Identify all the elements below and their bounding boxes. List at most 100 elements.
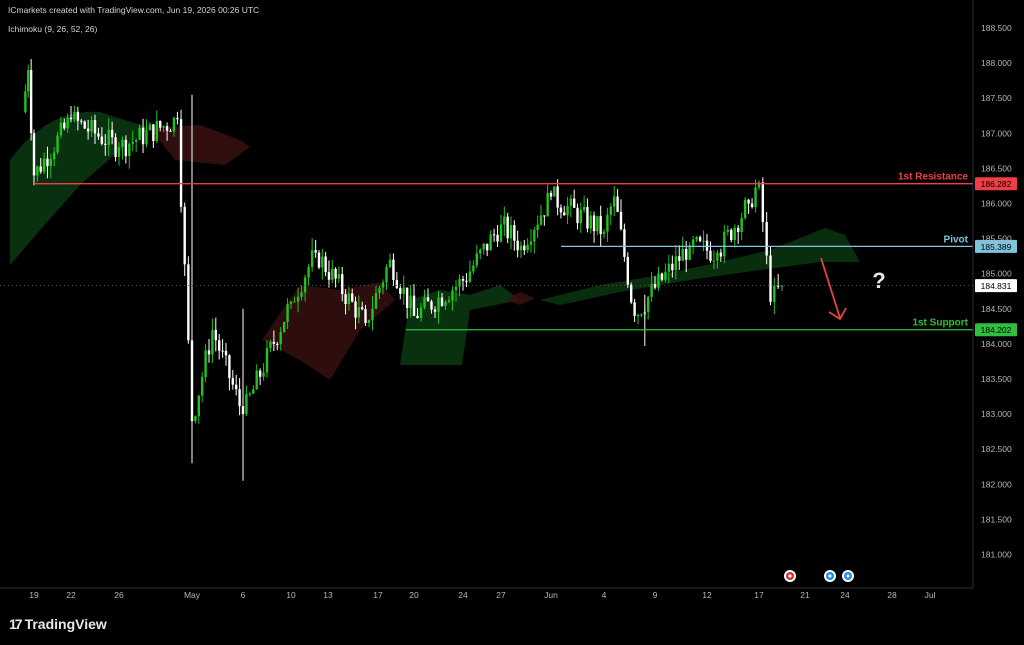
candle-body	[107, 129, 110, 145]
candle-body	[63, 122, 66, 129]
candle-body	[56, 135, 59, 153]
candle-body	[114, 137, 117, 158]
candle-body	[218, 340, 221, 351]
candle-body	[269, 341, 272, 348]
candle-body	[245, 394, 248, 415]
candle-body	[616, 196, 619, 212]
candle-body	[80, 120, 83, 122]
candle-body	[556, 186, 559, 208]
candle-body	[381, 282, 385, 288]
candle-body	[39, 166, 42, 172]
candle-body	[688, 245, 691, 260]
candle-body	[395, 279, 399, 288]
candle-body	[613, 196, 616, 207]
candle-body	[496, 234, 499, 242]
level-label: 1st Support	[912, 318, 968, 329]
candle-body	[776, 285, 780, 287]
candle-body	[100, 136, 104, 144]
candle-body	[750, 203, 754, 208]
candle-body	[93, 120, 97, 134]
candle-body	[719, 252, 723, 257]
candle-body	[252, 389, 255, 394]
y-tick-label: 186.500	[981, 163, 1012, 173]
price-chart[interactable]: 1st Resistance186.282Pivot185.3891st Sup…	[0, 0, 1024, 606]
candle-body	[201, 376, 204, 396]
candle-body	[761, 182, 765, 222]
candle-body	[465, 280, 468, 282]
y-tick-label: 182.000	[981, 479, 1012, 489]
y-tick-label: 182.500	[981, 444, 1012, 454]
candle-body	[506, 216, 509, 239]
candle-body	[364, 309, 367, 323]
y-tick-label: 188.500	[981, 23, 1012, 33]
candle-body	[351, 293, 354, 302]
x-tick-label: 21	[800, 590, 810, 600]
x-tick-label: 19	[29, 590, 39, 600]
candle-body	[769, 255, 772, 302]
tradingview-logo[interactable]: 17 TradingView	[9, 616, 107, 632]
candle-body	[423, 297, 426, 308]
candle-body	[572, 198, 576, 208]
candle-body	[533, 229, 536, 242]
y-tick-label: 186.000	[981, 199, 1012, 209]
candle-body	[207, 350, 211, 355]
x-tick-label: 9	[653, 590, 658, 600]
candle-body	[709, 250, 712, 261]
candle-body	[765, 221, 768, 256]
level-label: 1st Resistance	[898, 172, 968, 183]
candle-body	[754, 187, 757, 208]
candle-body	[131, 141, 134, 144]
candle-body	[685, 248, 688, 260]
candle-body	[623, 229, 626, 257]
tradingview-logo-icon: 17	[9, 616, 23, 632]
candle-body	[489, 234, 492, 251]
candle-body	[412, 295, 416, 316]
candle-body	[272, 341, 276, 344]
candle-body	[599, 216, 602, 234]
candle-body	[569, 198, 573, 206]
y-tick-label: 184.500	[981, 304, 1012, 314]
candle-body	[630, 284, 633, 303]
indicator-legend[interactable]: Ichimoku (9, 26, 52, 26)	[8, 24, 97, 34]
candle-body	[737, 227, 740, 233]
candle-body	[148, 124, 152, 131]
candle-body	[303, 277, 307, 293]
candle-body	[214, 329, 217, 341]
y-tick-label: 181.000	[981, 550, 1012, 560]
candle-body	[678, 256, 681, 261]
candle-body	[314, 250, 317, 253]
candle-body	[636, 315, 640, 317]
candle-body	[360, 307, 364, 310]
candle-body	[405, 287, 409, 308]
candle-body	[282, 321, 286, 332]
level-price-tag-text: 186.282	[981, 179, 1012, 189]
candle-body	[402, 287, 405, 294]
projection-arrow	[820, 257, 847, 321]
candle-body	[138, 127, 141, 140]
candle-body	[454, 286, 458, 291]
candle-body	[289, 301, 293, 304]
event-marker-red-icon	[784, 570, 796, 582]
candle-body	[549, 192, 553, 197]
candle-body	[262, 372, 265, 377]
x-tick-label: 26	[114, 590, 124, 600]
candle-body	[228, 355, 231, 379]
candle-body	[586, 206, 589, 229]
candle-body	[563, 212, 566, 216]
candle-body	[124, 139, 128, 157]
candle-body	[83, 121, 86, 129]
candle-body	[165, 126, 169, 131]
candle-body	[334, 268, 337, 279]
candle-body	[128, 143, 131, 157]
candle-body	[519, 245, 523, 251]
candle-body	[536, 224, 539, 230]
candle-body	[187, 264, 190, 341]
y-tick-label: 185.000	[981, 269, 1012, 279]
candle-body	[691, 239, 695, 246]
tradingview-brand-text: TradingView	[24, 616, 107, 632]
candle-body	[780, 285, 784, 287]
y-tick-label: 181.500	[981, 514, 1012, 524]
candle-body	[589, 215, 592, 229]
candle-body	[307, 266, 310, 278]
level-price-tag-text: 184.202	[981, 325, 1012, 335]
